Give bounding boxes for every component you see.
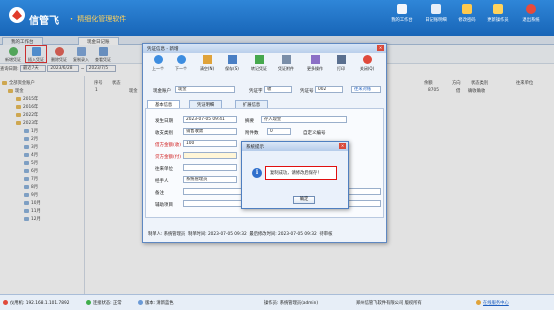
theme-icon: [138, 300, 143, 305]
close-icon[interactable]: ×: [339, 143, 346, 149]
monitor-icon: [397, 4, 407, 14]
transfer-icon: [254, 55, 264, 64]
prev-button[interactable]: 上一个: [146, 55, 170, 72]
account-label: 现金账户: [153, 89, 171, 94]
network-icon: [3, 300, 8, 305]
category-select[interactable]: 销售收款: [183, 128, 237, 135]
maker-name: 系统管理员: [163, 232, 186, 237]
info-icon: i: [252, 168, 262, 178]
power-icon: [526, 4, 536, 14]
voucher-no-label: 凭证号: [300, 89, 314, 94]
attachment-count-label: 附件数: [245, 131, 259, 136]
category-label: 收支类别: [155, 131, 173, 136]
credit-amount-label: 贷方金额(付): [155, 155, 182, 160]
voucher-no-input[interactable]: 002: [315, 86, 343, 93]
chart-icon: [431, 4, 441, 14]
note-label: 备注: [155, 191, 164, 196]
topbar-exit[interactable]: 退出系统: [516, 4, 546, 23]
debit-amount-input[interactable]: 100: [183, 140, 237, 147]
voucher-word-select[interactable]: 收: [264, 86, 292, 93]
app-brand: 信管飞: [29, 16, 59, 27]
modify-time: 2023-07-05 09:32: [278, 232, 317, 237]
voucher-word-label: 凭证字: [249, 89, 263, 94]
close-button[interactable]: 关闭(Q): [355, 55, 379, 72]
voucher-attachment-button[interactable]: 凭证附件: [274, 55, 298, 72]
more-actions-button[interactable]: 更多操作: [303, 55, 327, 72]
date-input[interactable]: 2023-07-05 09:41: [183, 116, 237, 123]
next-button[interactable]: 下一个: [169, 55, 193, 72]
save-icon: [227, 55, 237, 64]
tab-extended-info[interactable]: 扩展信息: [235, 100, 269, 108]
lock-icon: [462, 4, 472, 14]
unit-label: 往来单位: [155, 167, 173, 172]
account-select[interactable]: 现金: [175, 86, 235, 93]
tab-basic-info[interactable]: 基本信息: [147, 100, 181, 108]
clear-icon: [202, 55, 212, 64]
custom-no-label: 自定义编号: [303, 131, 326, 136]
message-title: 系统提示: [242, 142, 348, 151]
clear-button[interactable]: 清空(N): [195, 55, 219, 72]
attachment-count-input[interactable]: 0: [267, 128, 291, 135]
credit-amount-input[interactable]: [183, 152, 237, 159]
attachment-icon: [281, 55, 291, 64]
service-icon: [476, 300, 481, 305]
print-button[interactable]: 打印: [329, 55, 353, 72]
ok-button[interactable]: 确定: [293, 196, 315, 204]
check-icon: [86, 300, 91, 305]
handler-select[interactable]: 系统管理员: [183, 176, 237, 183]
status-connection: 连接状态: 正常: [86, 300, 122, 306]
message-dialog: 系统提示 × i 复制成功，请修改后保存！ 确定: [241, 141, 349, 209]
make-time: 2023-07-05 09:32: [207, 232, 247, 237]
user-icon: [493, 4, 503, 14]
summary-label: 摘要: [245, 119, 254, 124]
status-company: 郑州信管飞软件有限公司 版权所有: [356, 301, 422, 306]
date-label: 发生日期: [155, 119, 173, 124]
topbar-change-password[interactable]: 修改密码: [452, 4, 482, 23]
reconcile-link[interactable]: 往来对账: [351, 86, 381, 93]
tab-voucher-detail[interactable]: 凭证明细: [189, 100, 223, 108]
topbar-journal-detail[interactable]: 日记账明细: [421, 4, 451, 23]
close-icon[interactable]: ×: [377, 45, 384, 51]
printer-icon: [336, 55, 346, 64]
app-subtitle: ・ 精细化管理软件: [68, 15, 127, 23]
topbar-switch-operator[interactable]: 更新操作员: [483, 4, 513, 23]
status-operator: 操作员: 系统管理员(admin): [264, 301, 319, 306]
status-theme: 版本: 清新蓝色: [138, 300, 174, 306]
status-ip: 仪用机: 192.168.1.101.7892: [3, 300, 69, 306]
more-icon: [310, 55, 320, 64]
app-logo-icon: [9, 7, 25, 23]
voucher-footer: 制单人: 系统管理员 制单时间: 2023-07-05 09:32 最后修改时间…: [148, 232, 333, 237]
arrow-up-icon: [153, 55, 163, 64]
online-service-link[interactable]: 在线服务中心: [476, 300, 509, 306]
close-circle-icon: [362, 55, 372, 64]
transfer-voucher-button[interactable]: 转记凭证: [247, 55, 271, 72]
audit-status: 待审核: [319, 232, 333, 237]
topbar-workbench[interactable]: 我的工作台: [387, 4, 417, 23]
aux-label: 辅助项目: [155, 203, 173, 208]
status-bar: 仪用机: 192.168.1.101.7892 连接状态: 正常 版本: 清新蓝…: [0, 294, 554, 310]
save-button[interactable]: 保存(S): [220, 55, 244, 72]
unit-input[interactable]: [183, 164, 237, 171]
summary-input[interactable]: 存入现金: [261, 116, 347, 123]
voucher-dialog-title: 凭证信息 - 新增: [143, 44, 386, 53]
arrow-down-icon: [176, 55, 186, 64]
debit-amount-label: 借方金额(收): [155, 143, 182, 148]
message-text: 复制成功，请修改后保存！: [265, 166, 337, 180]
handler-label: 经手人: [155, 179, 169, 184]
